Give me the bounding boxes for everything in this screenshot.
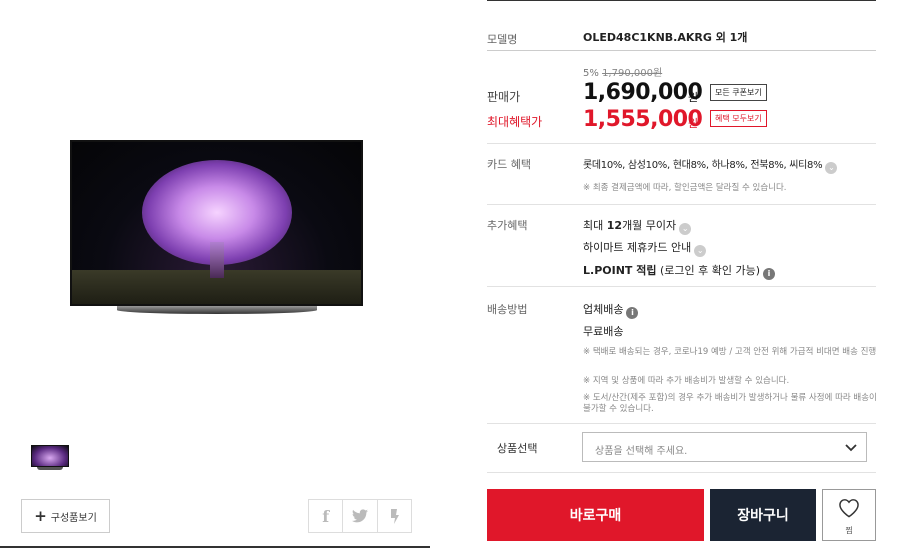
tv-screen-image	[70, 140, 363, 306]
wishlist-button[interactable]: 찜	[822, 489, 876, 541]
max-benefit-label: 최대혜택가	[487, 115, 543, 129]
bottom-divider	[0, 546, 430, 548]
installment-months: 12	[606, 219, 623, 232]
kakao-share-button[interactable]	[378, 500, 411, 532]
sale-price: 1,690,000	[583, 80, 703, 105]
info-icon[interactable]: i	[763, 268, 776, 280]
card-benefit-note: ※ 최종 결제금액에 따라, 할인금액은 달라질 수 있습니다.	[583, 183, 787, 193]
lpoint-info: L.POINT 적립 (로그인 후 확인 가능) i	[583, 262, 776, 280]
shipping-method-text: 업체배송	[583, 303, 624, 316]
plus-icon: +	[34, 506, 47, 525]
card-benefit-value: 롯데10%, 삼성10%, 현대8%, 하나8%, 전북8%, 씨티8% ⌄	[583, 156, 838, 174]
sale-price-won: 원	[688, 91, 699, 104]
add-to-cart-button[interactable]: 장바구니	[710, 489, 816, 541]
model-label: 모델명	[487, 33, 518, 46]
divider	[487, 143, 876, 144]
tv-stand-image	[117, 306, 317, 314]
lpoint-title: L.POINT 적립	[583, 264, 657, 277]
shipping-label: 배송방법	[487, 303, 528, 316]
top-divider	[487, 0, 876, 1]
share-buttons: f	[308, 499, 412, 533]
chevron-down-icon[interactable]: ⌄	[679, 223, 692, 235]
all-coupons-button[interactable]: 모든 쿠폰보기	[710, 84, 767, 101]
divider	[487, 204, 876, 205]
divider	[487, 50, 876, 51]
extra-benefit-label: 추가혜택	[487, 219, 528, 232]
all-benefits-button[interactable]: 혜택 모두보기	[710, 110, 767, 127]
card-benefit-label: 카드 혜택	[487, 158, 531, 171]
components-view-button[interactable]: + 구성품보기	[21, 499, 110, 533]
info-icon[interactable]: i	[626, 307, 639, 319]
max-price-won: 원	[688, 117, 699, 130]
lpoint-suffix: (로그인 후 확인 가능)	[656, 264, 761, 277]
shipping-note: ※ 도서/산간(제주 포함)의 경우 추가 배송비가 발생하거나 물류 사정에 …	[583, 393, 877, 414]
facebook-icon: f	[322, 506, 330, 526]
components-view-label: 구성품보기	[50, 512, 97, 524]
himart-card-text: 하이마트 제휴카드 안내	[583, 241, 692, 254]
twitter-icon	[351, 509, 368, 523]
wishlist-label: 찜	[845, 526, 853, 535]
shipping-note: ※ 택배로 배송되는 경우, 코로나19 예방 / 고객 안전 위해 가급적 비…	[583, 347, 877, 357]
himart-card-info: 하이마트 제휴카드 안내 ⌄	[583, 239, 707, 257]
shipping-note: ※ 지역 및 상품에 따라 추가 배송비가 발생할 수 있습니다.	[583, 376, 790, 386]
twitter-share-button[interactable]	[343, 500, 378, 532]
model-value: OLED48C1KNB.AKRG 외 1개	[583, 31, 748, 44]
card-benefit-text: 롯데10%, 삼성10%, 현대8%, 하나8%, 전북8%, 씨티8%	[583, 160, 823, 171]
option-select-placeholder: 상품을 선택해 주세요.	[595, 446, 688, 457]
thumbnail-stand	[37, 467, 63, 470]
discount-info: 5% 1,790,000원	[583, 64, 662, 79]
tree-trunk-image	[210, 242, 224, 278]
product-main-image	[70, 140, 365, 320]
buy-now-button[interactable]: 바로구매	[487, 489, 704, 541]
divider	[487, 423, 876, 424]
installment-suffix: 개월 무이자	[622, 219, 677, 232]
installment-prefix: 최대	[583, 219, 607, 232]
installment-info: 최대 12개월 무이자 ⌄	[583, 217, 692, 235]
original-price: 1,790,000원	[602, 68, 663, 79]
product-thumbnail[interactable]	[21, 428, 81, 488]
facebook-share-button[interactable]: f	[309, 500, 344, 532]
shipping-fee: 무료배송	[583, 325, 624, 338]
divider	[487, 472, 876, 473]
option-select[interactable]: 상품을 선택해 주세요.	[582, 432, 867, 462]
option-select-label: 상품선택	[497, 442, 538, 455]
chevron-down-icon	[845, 444, 857, 452]
chevron-down-icon[interactable]: ⌄	[694, 245, 707, 257]
thumbnail-image	[31, 445, 69, 467]
heart-icon	[839, 499, 859, 518]
sale-price-label: 판매가	[487, 90, 521, 104]
max-benefit-price: 1,555,000	[583, 107, 703, 132]
discount-rate: 5%	[583, 68, 599, 79]
chevron-down-icon[interactable]: ⌄	[825, 162, 838, 174]
shipping-method: 업체배송 i	[583, 301, 639, 319]
divider	[487, 286, 876, 287]
kakaostory-icon	[391, 508, 400, 524]
